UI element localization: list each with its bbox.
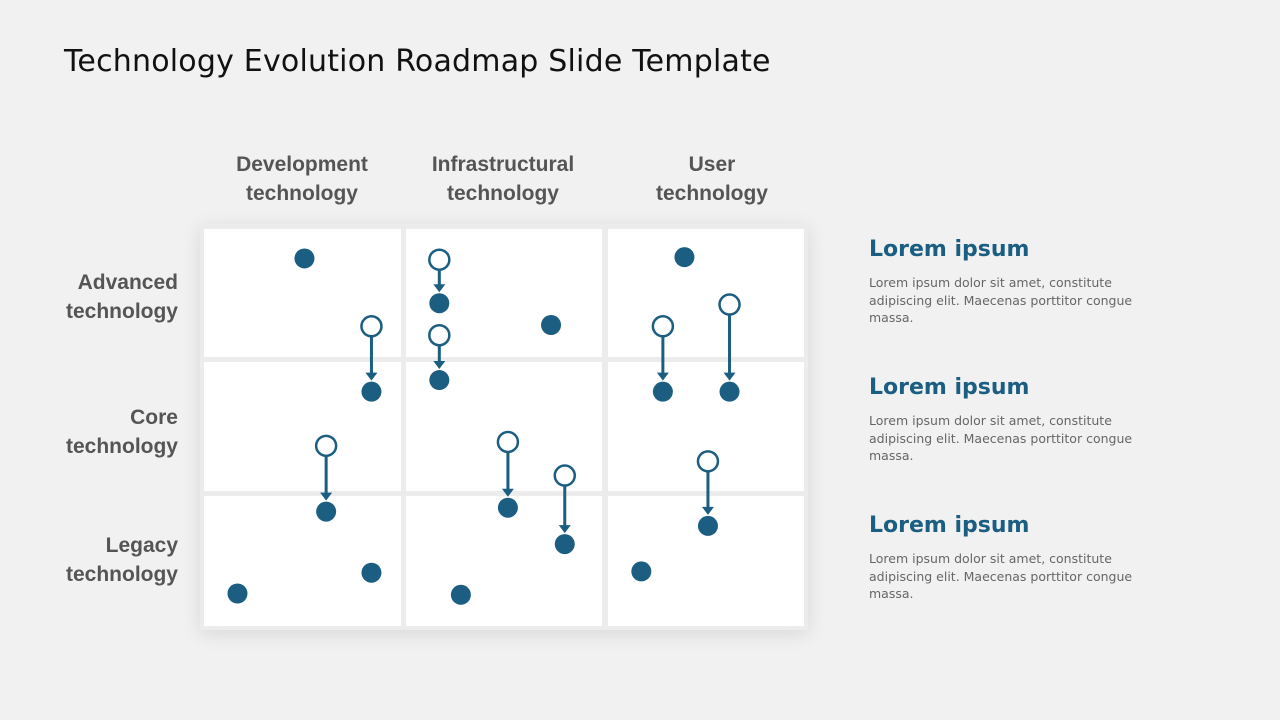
side-body: Lorem ipsum dolor sit amet, constitute a…	[869, 551, 1133, 601]
column-label-line: technology	[446, 182, 559, 205]
cell-core-development	[204, 362, 401, 491]
column-label-line: Development	[236, 153, 368, 176]
cell-legacy-development	[204, 496, 401, 626]
slide-title: Technology Evolution Roadmap Slide Templ…	[64, 44, 771, 79]
column-label-line: technology	[245, 182, 358, 205]
row-label-line: technology	[65, 563, 178, 586]
row-label-line: technology	[65, 435, 178, 458]
row-label-core: Core technology	[40, 403, 178, 461]
row-label-line: Advanced	[77, 271, 178, 294]
cell-advanced-infrastructural	[406, 229, 602, 357]
row-label-line: Legacy	[105, 534, 178, 557]
row-label-advanced: Advanced technology	[40, 268, 178, 326]
row-label-legacy: Legacy technology	[40, 531, 178, 589]
side-block-3: Lorem ipsum Lorem ipsum dolor sit amet, …	[869, 513, 1169, 603]
cell-legacy-user	[608, 496, 804, 626]
column-label-infrastructural: Infrastructural technology	[403, 150, 603, 208]
column-label-development: Development technology	[202, 150, 402, 208]
cell-advanced-user	[608, 229, 804, 357]
cell-advanced-development	[204, 229, 401, 357]
row-label-line: technology	[65, 300, 178, 323]
cell-legacy-infrastructural	[406, 496, 602, 626]
side-body: Lorem ipsum dolor sit amet, constitute a…	[869, 413, 1133, 463]
side-block-2: Lorem ipsum Lorem ipsum dolor sit amet, …	[869, 375, 1169, 465]
side-heading: Lorem ipsum	[869, 513, 1030, 538]
column-label-line: User	[688, 153, 736, 176]
cell-core-infrastructural	[406, 362, 602, 491]
side-heading: Lorem ipsum	[869, 375, 1030, 400]
column-label-line: Infrastructural	[431, 153, 575, 176]
cell-core-user	[608, 362, 804, 491]
side-heading: Lorem ipsum	[869, 237, 1030, 262]
side-block-1: Lorem ipsum Lorem ipsum dolor sit amet, …	[869, 237, 1169, 327]
row-label-line: Core	[130, 406, 178, 429]
column-label-line: technology	[655, 182, 768, 205]
roadmap-grid	[200, 224, 808, 630]
side-body: Lorem ipsum dolor sit amet, constitute a…	[869, 275, 1133, 325]
column-label-user: User technology	[612, 150, 812, 208]
